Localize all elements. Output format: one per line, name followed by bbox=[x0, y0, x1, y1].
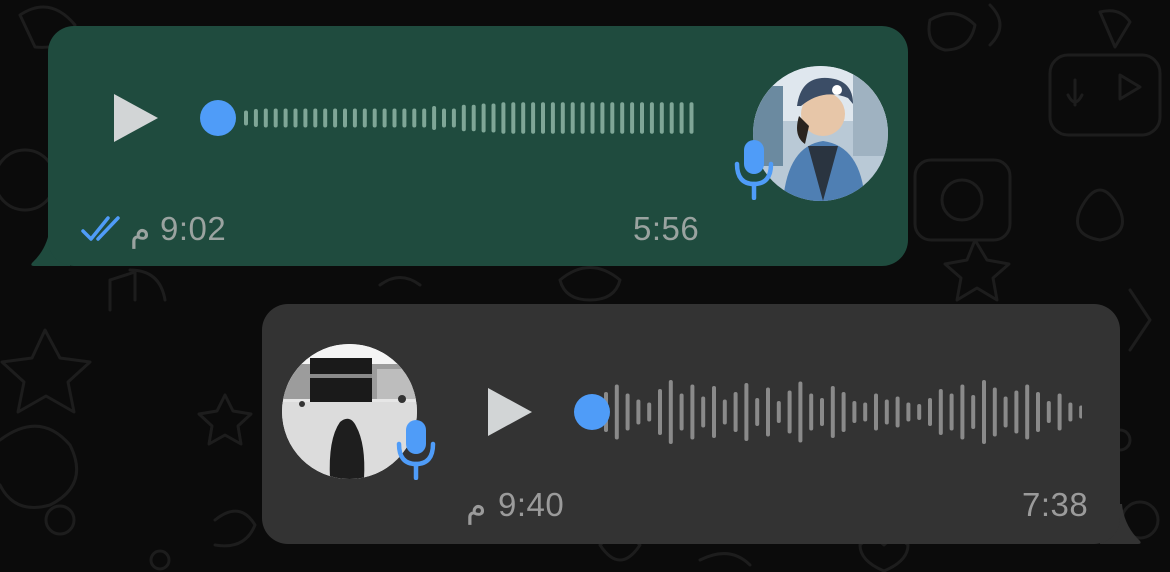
message-time: 9:40 bbox=[498, 486, 565, 523]
playback-scrubber-handle[interactable] bbox=[200, 100, 236, 136]
microphone-icon bbox=[734, 140, 774, 200]
voice-duration: 5:56 bbox=[633, 210, 700, 247]
double-check-read-icon bbox=[81, 216, 120, 241]
message-time-period: م bbox=[130, 211, 151, 248]
microphone-icon bbox=[396, 420, 436, 480]
play-icon[interactable] bbox=[480, 384, 536, 440]
voice-duration: 7:38 bbox=[1022, 486, 1089, 523]
incoming-voice-message[interactable]: 9:40 م 7:38 bbox=[262, 304, 1120, 544]
audio-waveform[interactable] bbox=[572, 380, 1082, 444]
play-icon[interactable] bbox=[106, 90, 162, 146]
outgoing-voice-message[interactable]: م 9:02 5:56 bbox=[48, 26, 908, 266]
playback-scrubber-handle[interactable] bbox=[574, 394, 610, 430]
audio-waveform[interactable] bbox=[198, 86, 698, 150]
message-time: 9:02 bbox=[160, 210, 227, 247]
message-time-period: م bbox=[466, 487, 487, 524]
